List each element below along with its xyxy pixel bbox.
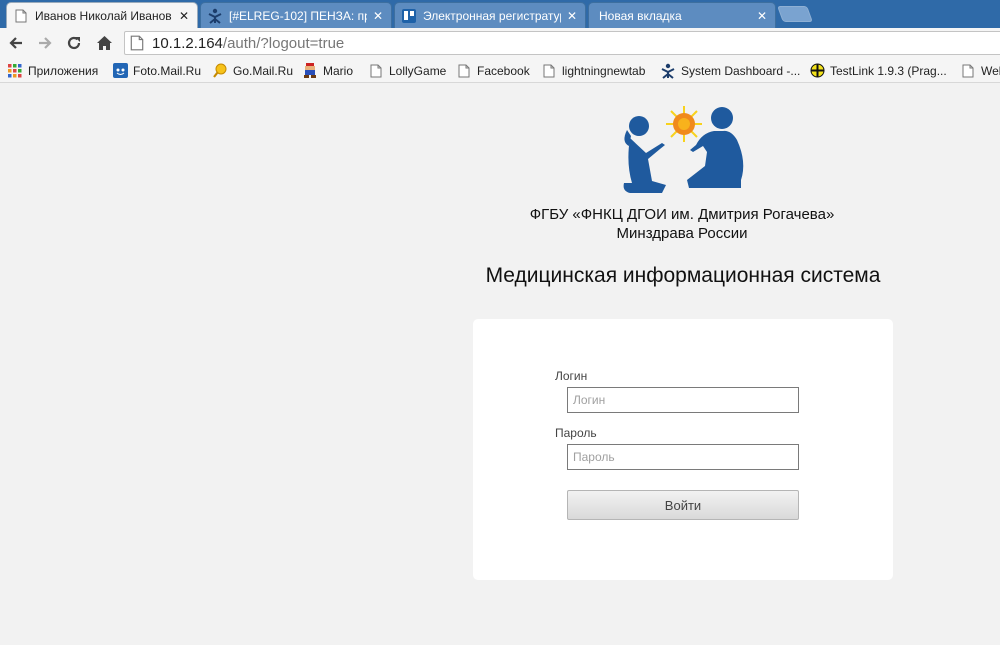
password-label: Пароль [555, 426, 597, 440]
sun-icon [666, 106, 702, 142]
forward-arrow-icon [39, 37, 52, 49]
jira-icon [660, 63, 676, 79]
home-button[interactable] [93, 32, 115, 54]
bookmark-label: Mario [323, 63, 354, 78]
bookmark-facebook[interactable]: Facebook [456, 61, 530, 80]
bookmark-foto-mail[interactable]: Foto.Mail.Ru [112, 61, 201, 80]
mario-icon [302, 63, 318, 79]
bookmark-testlink[interactable]: TestLink 1.9.3 (Prag... [809, 61, 947, 80]
bookmark-label: Go.Mail.Ru [233, 63, 294, 78]
reload-button[interactable] [63, 32, 85, 54]
address-bar[interactable]: 10.1.2.164/auth/?logout=true [124, 31, 1000, 55]
page-icon [130, 35, 144, 51]
trello-icon [401, 8, 417, 24]
new-tab-button[interactable] [777, 6, 813, 22]
home-icon [96, 36, 112, 50]
back-arrow-icon [9, 37, 22, 49]
bookmark-label: TestLink 1.9.3 (Prag... [830, 63, 947, 78]
page-icon [368, 63, 384, 79]
organization-ministry: Минздрава России [616, 225, 748, 242]
bookmarks-bar: Приложения Foto.Mail.Ru Go.Mail.Ru Mario… [0, 58, 1000, 83]
page-icon [456, 63, 472, 79]
boy-silhouette [687, 107, 744, 188]
girl-silhouette [623, 116, 666, 193]
reload-icon [67, 36, 81, 50]
page-icon [13, 8, 29, 24]
bookmark-apps[interactable]: Приложения [7, 61, 98, 80]
tab-elreg[interactable]: [#ELREG-102] ПЕНЗА: при ✕ [200, 2, 392, 28]
url-host: 10.1.2.164 [152, 34, 223, 52]
login-label: Логин [555, 369, 588, 383]
page-icon [960, 63, 976, 79]
password-field[interactable] [567, 444, 799, 470]
bookmark-label: Facebook [477, 63, 530, 78]
foto-mail-icon [112, 63, 128, 79]
bookmark-mario[interactable]: Mario [302, 61, 353, 80]
apps-grid-icon [7, 63, 23, 79]
bookmark-label: LollyGame [389, 63, 447, 78]
bookmark-system-dashboard[interactable]: System Dashboard -... [660, 61, 800, 80]
bookmark-label: Foto.Mail.Ru [133, 63, 202, 78]
tab-strip: Иванов Николай Иванов ✕ [#ELREG-102] ПЕН… [0, 0, 1000, 28]
tab-new[interactable]: Новая вкладка ✕ [588, 2, 776, 28]
tab-title: Электронная регистратур [423, 8, 561, 23]
tab-ivanov[interactable]: Иванов Николай Иванов ✕ [6, 2, 198, 28]
bookmark-label: System Dashboard -... [681, 63, 801, 78]
close-icon[interactable]: ✕ [565, 9, 579, 23]
go-mail-icon [212, 63, 228, 79]
forward-button[interactable] [34, 32, 56, 54]
bookmark-label: lightningnewtab [562, 63, 646, 78]
login-button[interactable]: Войти [567, 490, 799, 520]
back-button[interactable] [5, 32, 27, 54]
tab-title: Иванов Николай Иванов [35, 8, 172, 23]
organization-name: ФГБУ «ФНКЦ ДГОИ им. Дмитрия Рогачева» [529, 206, 835, 223]
tab-registry[interactable]: Электронная регистратур ✕ [394, 2, 586, 28]
bookmark-lollygame[interactable]: LollyGame [368, 61, 446, 80]
tab-title: [#ELREG-102] ПЕНЗА: при [229, 8, 367, 23]
jira-icon [207, 8, 223, 24]
close-icon[interactable]: ✕ [177, 9, 191, 23]
login-field[interactable] [567, 387, 799, 413]
page-title: Медицинская информационная система [485, 264, 881, 287]
bookmark-label: Wel [981, 63, 1000, 78]
bookmark-go-mail[interactable]: Go.Mail.Ru [212, 61, 293, 80]
bookmark-label: Приложения [28, 63, 99, 78]
bookmark-lightningnewtab[interactable]: lightningnewtab [541, 61, 645, 80]
tab-title: Новая вкладка [599, 8, 682, 23]
testlink-icon [809, 63, 825, 79]
url-path: /auth/?logout=true [222, 34, 345, 52]
close-icon[interactable]: ✕ [755, 9, 769, 23]
page-icon [541, 63, 557, 79]
close-icon[interactable]: ✕ [371, 9, 385, 23]
login-form: Логин Пароль Войти [473, 319, 893, 580]
toolbar: 10.1.2.164/auth/?logout=true [0, 28, 1000, 58]
bookmark-wel[interactable]: Wel [960, 61, 1000, 80]
organization-logo [618, 100, 748, 200]
